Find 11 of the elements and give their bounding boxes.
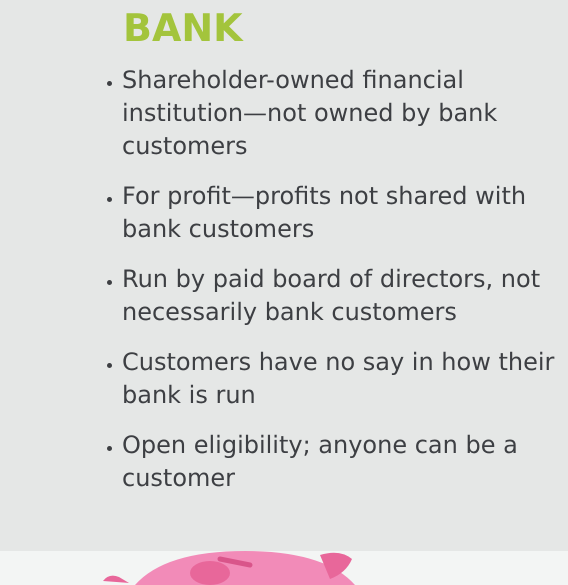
bullet-icon	[107, 197, 112, 202]
bullet-text: Run by paid board of directors, not necessarily bank customers	[122, 264, 542, 328]
bullet-icon	[107, 363, 112, 368]
bullet-icon	[107, 81, 112, 86]
bullet-text: Customers have no say in how their bank is run	[122, 347, 556, 411]
bullet-text: Open eligibility; anyone can be a customer	[122, 430, 519, 494]
bullet-text: Shareholder-owned financial institution—not owned by bank customers	[122, 65, 498, 162]
bullet-icon	[107, 446, 112, 451]
section-heading: BANK	[123, 6, 244, 50]
bullet-icon	[107, 280, 112, 285]
bullet-text: For profit—profits not shared with bank customers	[122, 181, 528, 245]
